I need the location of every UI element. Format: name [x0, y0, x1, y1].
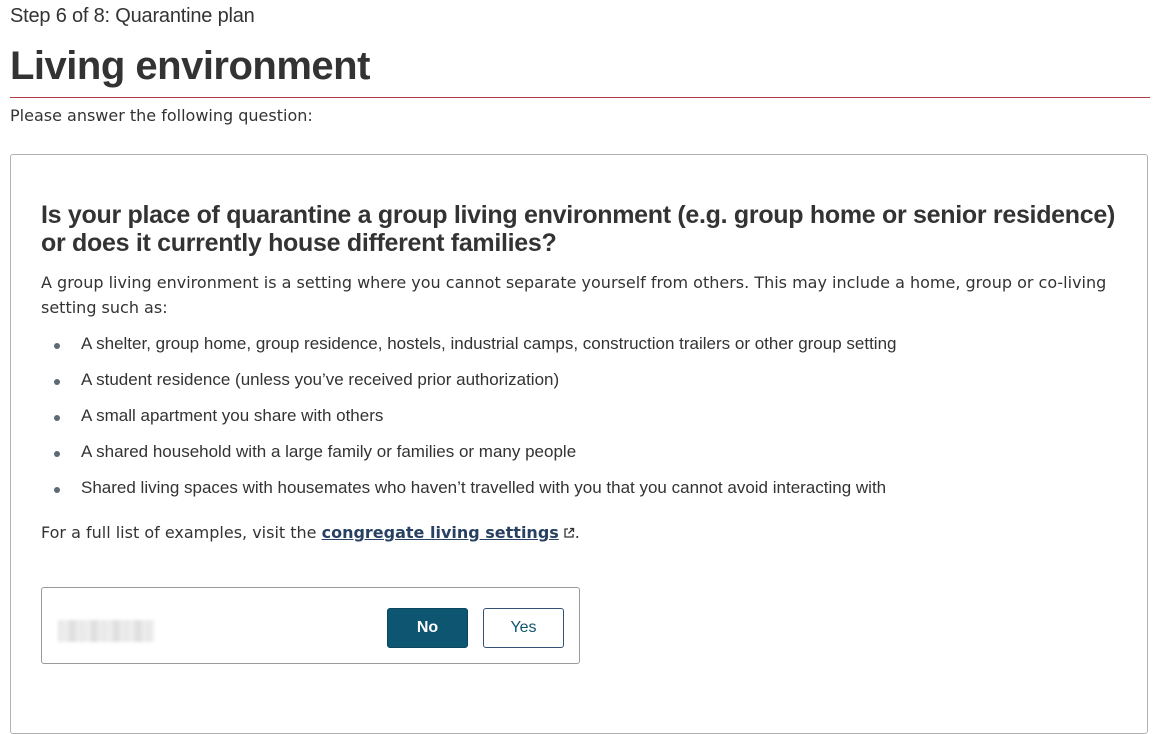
question-heading: Is your place of quarantine a group livi… — [41, 201, 1115, 257]
question-panel: Is your place of quarantine a group livi… — [10, 154, 1148, 734]
redacted-label — [58, 620, 154, 642]
bullet-icon — [54, 451, 60, 457]
no-button[interactable]: No — [387, 608, 468, 648]
full-list-suffix: . — [574, 523, 580, 542]
step-label: Step 6 of 8: Quarantine plan — [10, 5, 255, 27]
list-item: A small apartment you share with others — [41, 404, 1121, 440]
answer-box: No Yes — [41, 587, 580, 664]
list-item-text: Shared living spaces with housemates who… — [81, 478, 887, 497]
list-item-text: A shelter, group home, group residence, … — [81, 334, 897, 353]
external-link-icon — [564, 527, 574, 538]
congregate-living-link[interactable]: congregate living settings — [322, 523, 575, 542]
title-divider — [10, 97, 1150, 98]
list-item: A shelter, group home, group residence, … — [41, 332, 1121, 368]
bullet-icon — [54, 415, 60, 421]
full-list-prefix: For a full list of examples, visit the — [41, 523, 322, 542]
question-description: A group living environment is a setting … — [41, 273, 1107, 317]
list-item-text: A shared household with a large family o… — [81, 442, 577, 461]
intro-text: Please answer the following question: — [10, 106, 313, 125]
bullet-icon — [54, 343, 60, 349]
bullet-icon — [54, 487, 60, 493]
examples-list: A shelter, group home, group residence, … — [41, 332, 1121, 512]
yes-button[interactable]: Yes — [483, 608, 564, 648]
list-item: A student residence (unless you’ve recei… — [41, 368, 1121, 404]
page-title: Living environment — [10, 44, 370, 88]
list-item-text: A small apartment you share with others — [81, 406, 384, 425]
list-item: A shared household with a large family o… — [41, 440, 1121, 476]
bullet-icon — [54, 379, 60, 385]
list-item: Shared living spaces with housemates who… — [41, 476, 1121, 512]
list-item-text: A student residence (unless you’ve recei… — [81, 370, 560, 389]
congregate-living-link-label: congregate living settings — [321, 523, 559, 542]
full-list-note: For a full list of examples, visit the c… — [41, 523, 580, 542]
